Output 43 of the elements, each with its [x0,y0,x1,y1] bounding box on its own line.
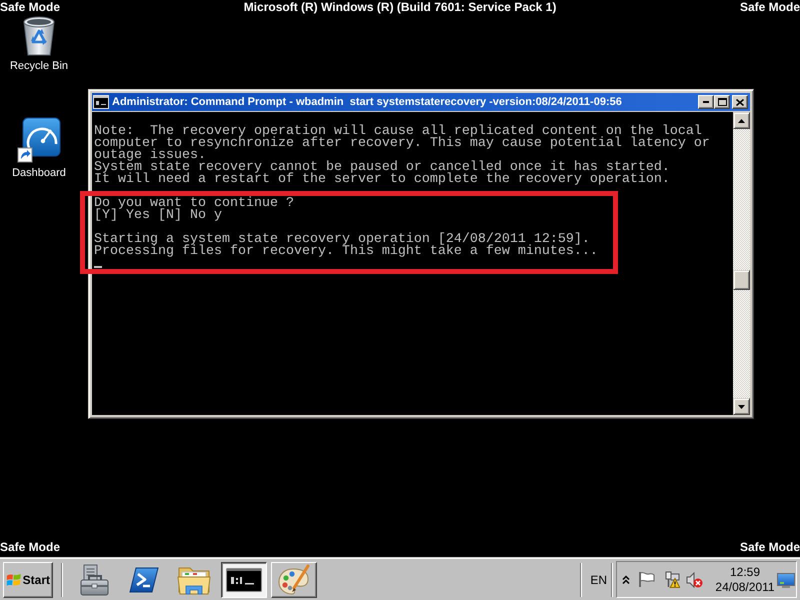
palette-icon [277,564,311,596]
desktop-shortcut[interactable]: Recycle Bin [0,16,78,73]
scroll-down-button[interactable] [733,398,750,415]
waving-flag-icon [6,572,22,588]
desktop-shortcut[interactable]: Dashboard [0,117,78,180]
console-line: Processing files for recovery. This might take a few minutes... [94,246,599,258]
safe-mode-label: Safe Mode [0,0,62,14]
chevron-prompt-icon [129,566,159,592]
network-warning-icon[interactable] [663,571,680,588]
close-button[interactable] [732,95,748,109]
language-indicator[interactable]: EN [590,572,607,586]
terminal-icon [226,568,262,592]
minimize-icon [703,101,709,103]
safe-mode-label: Safe Mode [0,540,60,554]
monitor-icon[interactable] [777,572,795,588]
console-line: computer to resynchronize after recovery. This may cause potential latency or [94,138,711,150]
taskbar-button[interactable] [221,562,267,598]
maximize-button[interactable] [714,95,730,109]
server-toolbox-icon [78,564,110,596]
maximize-icon [718,98,726,106]
console-line: outage issues. [94,150,206,162]
console-line: [Y] Yes [N] No y [94,210,223,222]
speaker-muted-icon[interactable] [686,572,703,588]
terminal-icon [93,95,109,109]
safe-mode-label: Safe Mode [740,0,800,14]
clock-time[interactable]: 12:59 [730,564,760,580]
gauge-icon [17,117,61,163]
triangle-up-icon [738,118,745,122]
recycle-bin-icon [22,16,56,56]
text-cursor [94,266,102,268]
minimize-button[interactable] [698,95,714,109]
start-button[interactable]: Start [3,562,53,598]
chevron-up-icon[interactable] [622,574,630,584]
clock-date[interactable]: 24/08/2011 [715,580,775,594]
triangle-down-icon [738,404,745,408]
console-line: It will need a restart of the server to complete the recovery operation. [94,174,671,186]
close-icon [736,98,744,106]
safe-mode-label: Safe Mode [740,540,800,554]
build-version-title: Microsoft (R) Windows (R) (Build 7601: Service Pack 1) [244,0,556,14]
scrollbar-thumb[interactable] [733,270,750,290]
window-title: Administrator: Command Prompt - wbadmin start systemstaterecovery -version:08/24/2011-09:56 [112,96,623,108]
scroll-up-button[interactable] [733,112,750,129]
flag-icon[interactable] [638,571,655,588]
